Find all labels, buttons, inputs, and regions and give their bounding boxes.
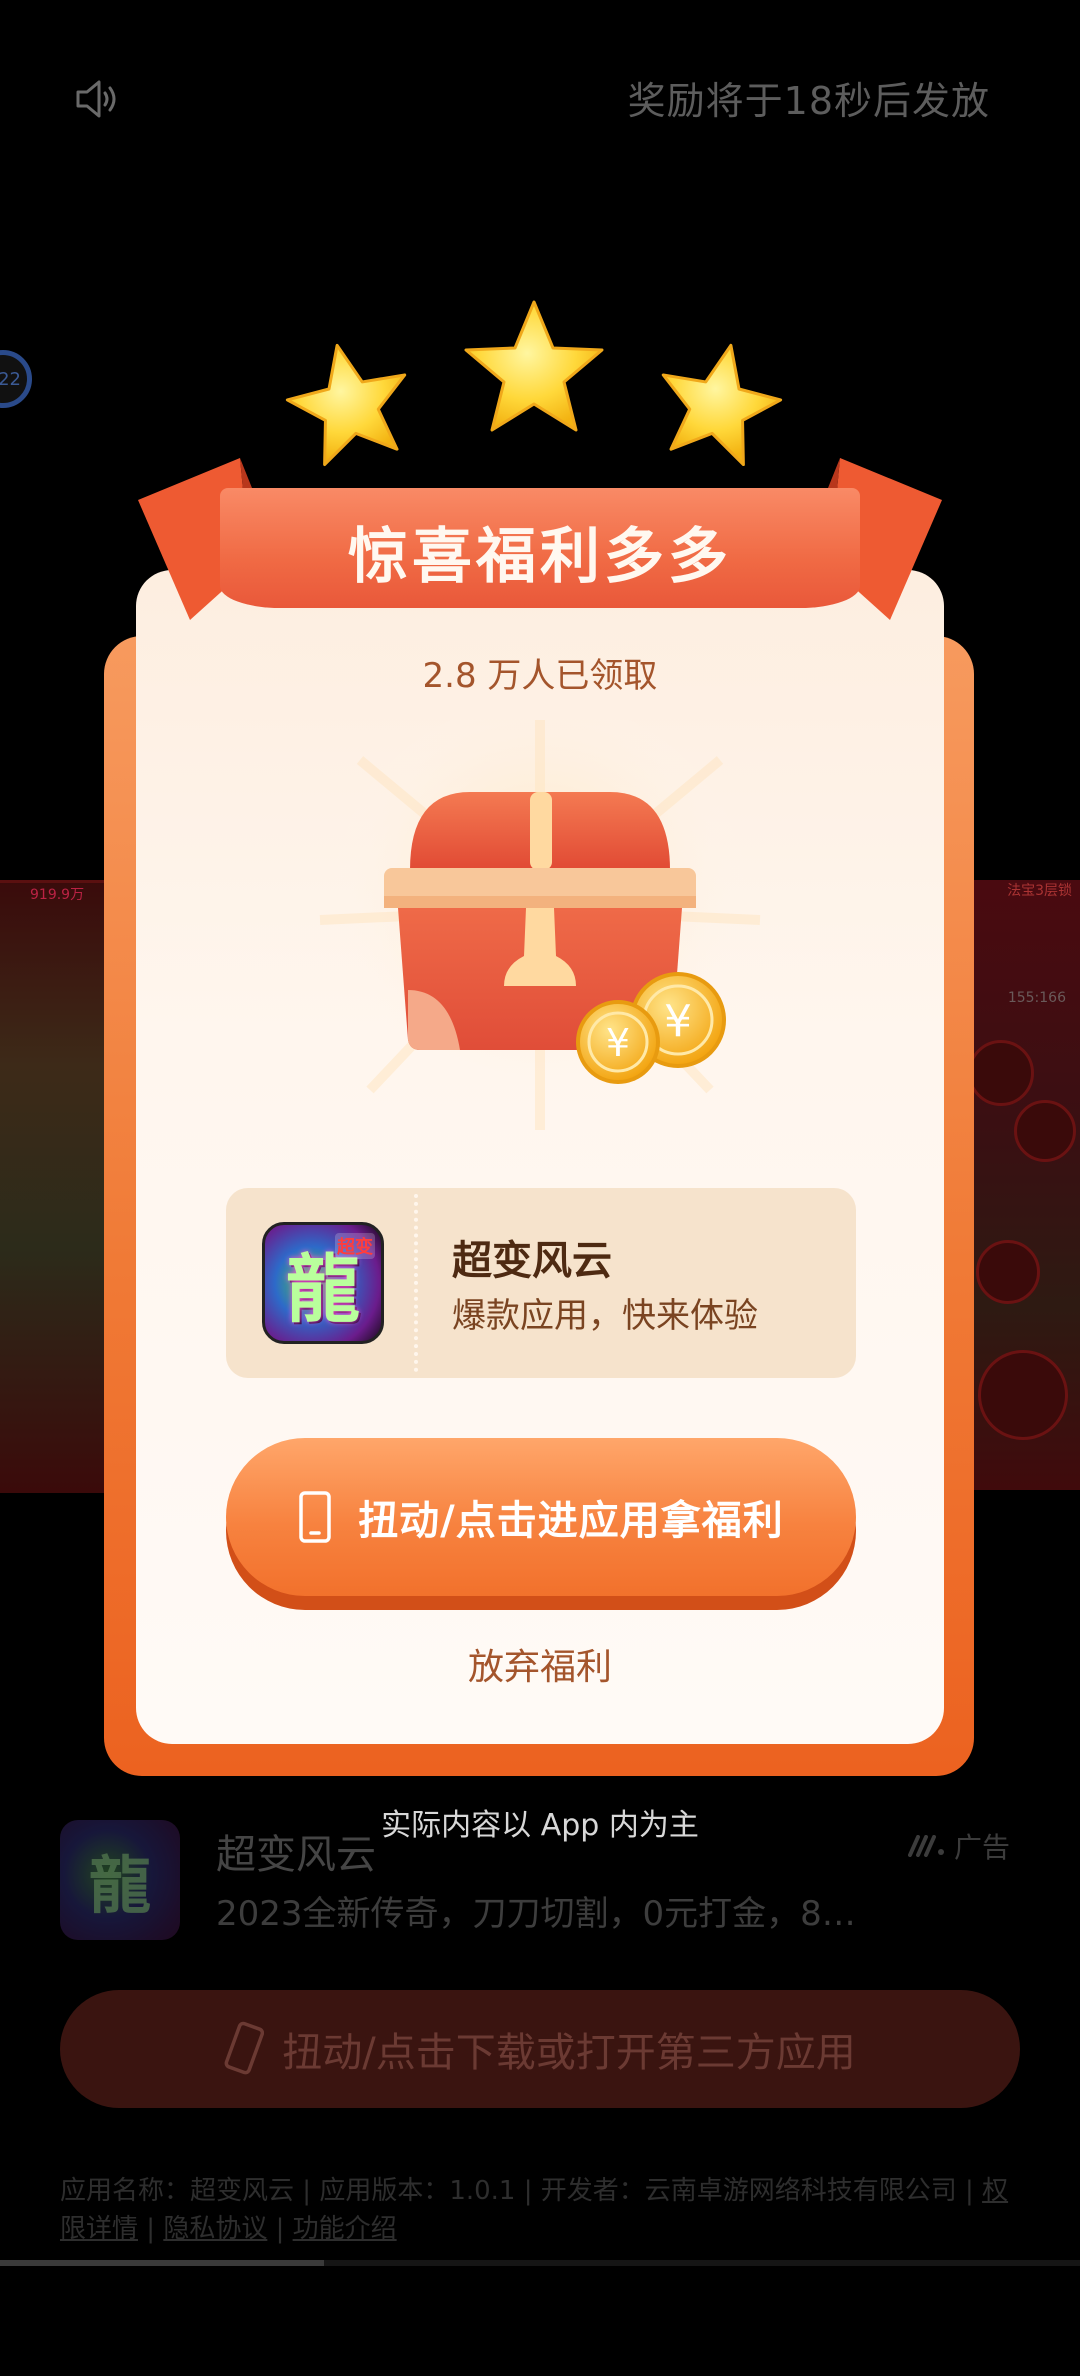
game-skill-button [976,1240,1040,1304]
cta-button-face: 扭动/点击进应用拿福利 [226,1438,856,1596]
side-badge[interactable]: 22 [0,350,32,408]
game-preview-stat: 919.9万 [30,887,85,903]
download-button-label: 扭动/点击下载或打开第三方应用 [282,2030,856,2076]
speaker-icon[interactable] [72,74,122,124]
app-name: 超变风云 [452,1238,612,1284]
svg-text:¥: ¥ [664,996,692,1047]
phone-tilt-icon [224,2021,265,2075]
ticket-divider [414,1194,418,1372]
app-icon[interactable]: 龍 超变 [262,1222,384,1344]
game-preview-label: 法宝3层锁 [1007,883,1072,899]
title-banner: 惊喜福利多多 [130,448,950,648]
game-skill-button [968,1040,1034,1106]
star-icon [464,300,604,432]
legal-developer: 开发者：云南卓游网络科技有限公司 [540,2176,957,2206]
banner-title: 惊喜福利多多 [348,522,732,592]
app-icon-glyph: 龍 [88,1849,151,1922]
coin-icon: ¥ [576,1000,660,1084]
legal-app-name: 应用名称：超变风云 [60,2176,295,2206]
ad-app-description: 2023全新传奇，刀刀切割，0元打金，8… [216,1894,856,1934]
game-preview-coords: 155:166 [1007,990,1066,1006]
game-attack-button [978,1350,1068,1440]
reward-countdown: 奖励将于18秒后发放 [627,79,990,123]
app-icon-badge: 超变 [335,1233,375,1259]
game-skill-button [1014,1100,1076,1162]
phone-icon [299,1491,331,1543]
app-description: 爆款应用，快来体验 [452,1296,758,1336]
features-link[interactable]: 功能介绍 [293,2214,397,2244]
claimed-count: 2.8 万人已领取 [422,656,658,696]
cta-button-label: 扭动/点击进应用拿福利 [358,1498,784,1544]
open-app-reward-button[interactable]: 扭动/点击进应用拿福利 [226,1438,856,1610]
svg-text:¥: ¥ [606,1021,630,1065]
game-preview-left [0,880,110,1493]
content-disclaimer: 实际内容以 App 内为主 [381,1808,699,1843]
treasure-chest-icon: ¥ ¥ [300,700,780,1140]
give-up-link[interactable]: 放弃福利 [136,1638,944,1690]
app-ticket-card[interactable]: 龍 超变 超变风云 爆款应用，快来体验 [226,1188,856,1378]
legal-version: 应用版本：1.0.1 [319,2176,516,2206]
download-button[interactable]: 扭动/点击下载或打开第三方应用 [60,1990,1020,2108]
video-progress-fill [0,2260,324,2266]
privacy-link[interactable]: 隐私协议 [163,2214,267,2244]
legal-info: 应用名称：超变风云 | 应用版本：1.0.1 | 开发者：云南卓游网络科技有限公… [60,2176,1009,2244]
